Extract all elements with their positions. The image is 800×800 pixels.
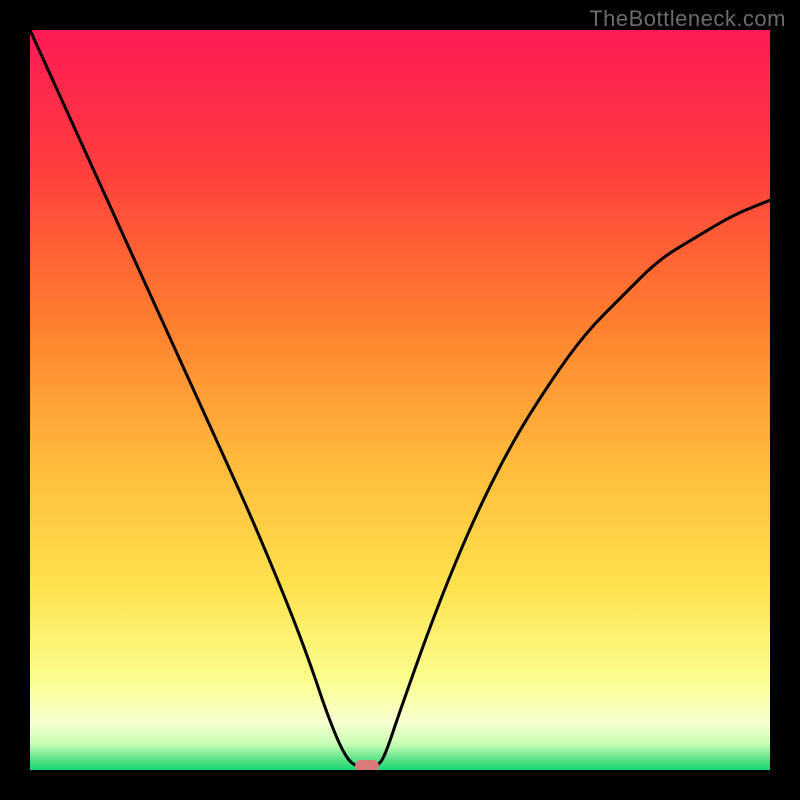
chart-frame: TheBottleneck.com bbox=[0, 0, 800, 800]
valley-marker bbox=[355, 760, 379, 770]
plot-area bbox=[30, 30, 770, 770]
watermark-text: TheBottleneck.com bbox=[589, 6, 786, 32]
bottleneck-curve bbox=[30, 30, 770, 770]
